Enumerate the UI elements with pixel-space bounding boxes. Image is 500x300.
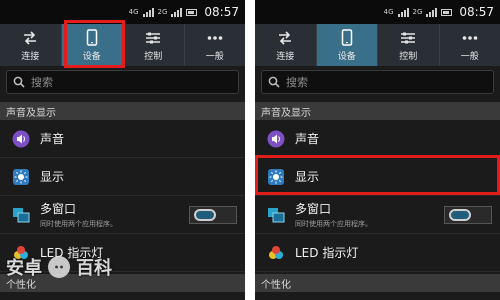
tab-label: 一般 xyxy=(205,51,224,62)
clock: 08:57 xyxy=(204,5,239,19)
watermark-text-right: 百科 xyxy=(76,258,112,279)
multiwindow-toggle[interactable] xyxy=(189,206,237,224)
signal-icon xyxy=(397,7,409,17)
clock: 08:57 xyxy=(459,5,494,19)
search-placeholder: 搜索 xyxy=(286,76,308,89)
tab-label: 连接 xyxy=(276,51,295,62)
list-item-text: 多窗口 同时使用两个应用程序。 xyxy=(295,200,372,229)
tab-device[interactable]: 设备 xyxy=(316,24,378,66)
section-header: 声音及显示 xyxy=(255,102,500,120)
list-item-text: 多窗口 同时使用两个应用程序。 xyxy=(40,200,117,229)
tab-connection[interactable]: 连接 xyxy=(0,24,62,66)
android-logo-icon xyxy=(48,256,70,278)
control-icon xyxy=(400,29,416,47)
more-icon xyxy=(462,29,478,47)
search-input[interactable]: 搜索 xyxy=(261,70,494,94)
multiwindow-icon xyxy=(12,206,30,224)
toggle-knob xyxy=(449,209,471,221)
search-placeholder: 搜索 xyxy=(31,76,53,89)
tab-connection[interactable]: 连接 xyxy=(255,24,317,66)
highlight-display-item xyxy=(255,155,500,195)
watermark-text-left: 安卓 xyxy=(6,258,42,279)
led-icon xyxy=(267,244,285,262)
tab-label: 一般 xyxy=(460,51,479,62)
multiwindow-toggle[interactable] xyxy=(444,206,492,224)
phone-screenshot-right: 4G 2G 08:57 连接 设备 控制 一般 搜索 声音及显示 声音 显示 多… xyxy=(255,0,500,300)
search-input[interactable]: 搜索 xyxy=(6,70,239,94)
list-item-label: LED 指示灯 xyxy=(295,246,359,260)
list-item-label: 声音 xyxy=(295,132,320,146)
list-item-multiwindow[interactable]: 多窗口 同时使用两个应用程序。 xyxy=(0,196,245,234)
battery-icon xyxy=(186,8,198,16)
list-item-multiwindow[interactable]: 多窗口 同时使用两个应用程序。 xyxy=(255,196,500,234)
list-item-subtitle: 同时使用两个应用程序。 xyxy=(40,220,117,228)
signal-icon xyxy=(171,7,183,17)
list-item-display[interactable]: 显示 xyxy=(0,158,245,196)
signal-icon xyxy=(142,7,154,17)
tab-general[interactable]: 一般 xyxy=(185,24,246,66)
control-icon xyxy=(145,29,161,47)
watermark: 安卓 百科 xyxy=(6,254,112,280)
list-item-sound[interactable]: 声音 xyxy=(0,120,245,158)
quick-settings-tabs: 连接 设备 控制 一般 xyxy=(255,24,500,66)
list-item-label: 声音 xyxy=(40,132,65,146)
signal-label-a: 4G xyxy=(128,8,139,16)
device-icon xyxy=(341,29,353,47)
connection-icon xyxy=(22,29,38,47)
more-icon xyxy=(207,29,223,47)
search-icon xyxy=(268,76,280,88)
sound-icon xyxy=(267,130,285,148)
status-bar: 4G 2G 08:57 xyxy=(255,0,500,24)
display-icon xyxy=(12,168,30,186)
list-item-led[interactable]: LED 指示灯 xyxy=(255,234,500,272)
section-header: 声音及显示 xyxy=(0,102,245,120)
signal-label-a: 4G xyxy=(383,8,394,16)
signal-label-b: 2G xyxy=(157,8,168,16)
multiwindow-icon xyxy=(267,206,285,224)
tab-label: 控制 xyxy=(144,51,163,62)
signal-label-b: 2G xyxy=(412,8,423,16)
connection-icon xyxy=(277,29,293,47)
toggle-knob xyxy=(194,209,216,221)
list-item-sound[interactable]: 声音 xyxy=(255,120,500,158)
list-item-label: 显示 xyxy=(40,170,65,184)
tab-label: 连接 xyxy=(21,51,40,62)
list-item-subtitle: 同时使用两个应用程序。 xyxy=(295,220,372,228)
sound-icon xyxy=(12,130,30,148)
list-item-label: 多窗口 xyxy=(40,202,77,216)
tab-control[interactable]: 控制 xyxy=(123,24,185,66)
signal-icon xyxy=(426,7,438,17)
section-header: 个性化 xyxy=(255,274,500,292)
tab-general[interactable]: 一般 xyxy=(440,24,500,66)
search-icon xyxy=(13,76,25,88)
tab-control[interactable]: 控制 xyxy=(378,24,440,66)
tab-label: 控制 xyxy=(399,51,418,62)
list-item-label: 多窗口 xyxy=(295,202,332,216)
highlight-device-tab xyxy=(64,20,125,68)
phone-screenshot-left: 4G 2G 08:57 连接 设备 控制 一般 搜索 声音及显示 声音 显示 多… xyxy=(0,0,245,300)
battery-icon xyxy=(441,8,453,16)
tab-label: 设备 xyxy=(337,51,356,62)
